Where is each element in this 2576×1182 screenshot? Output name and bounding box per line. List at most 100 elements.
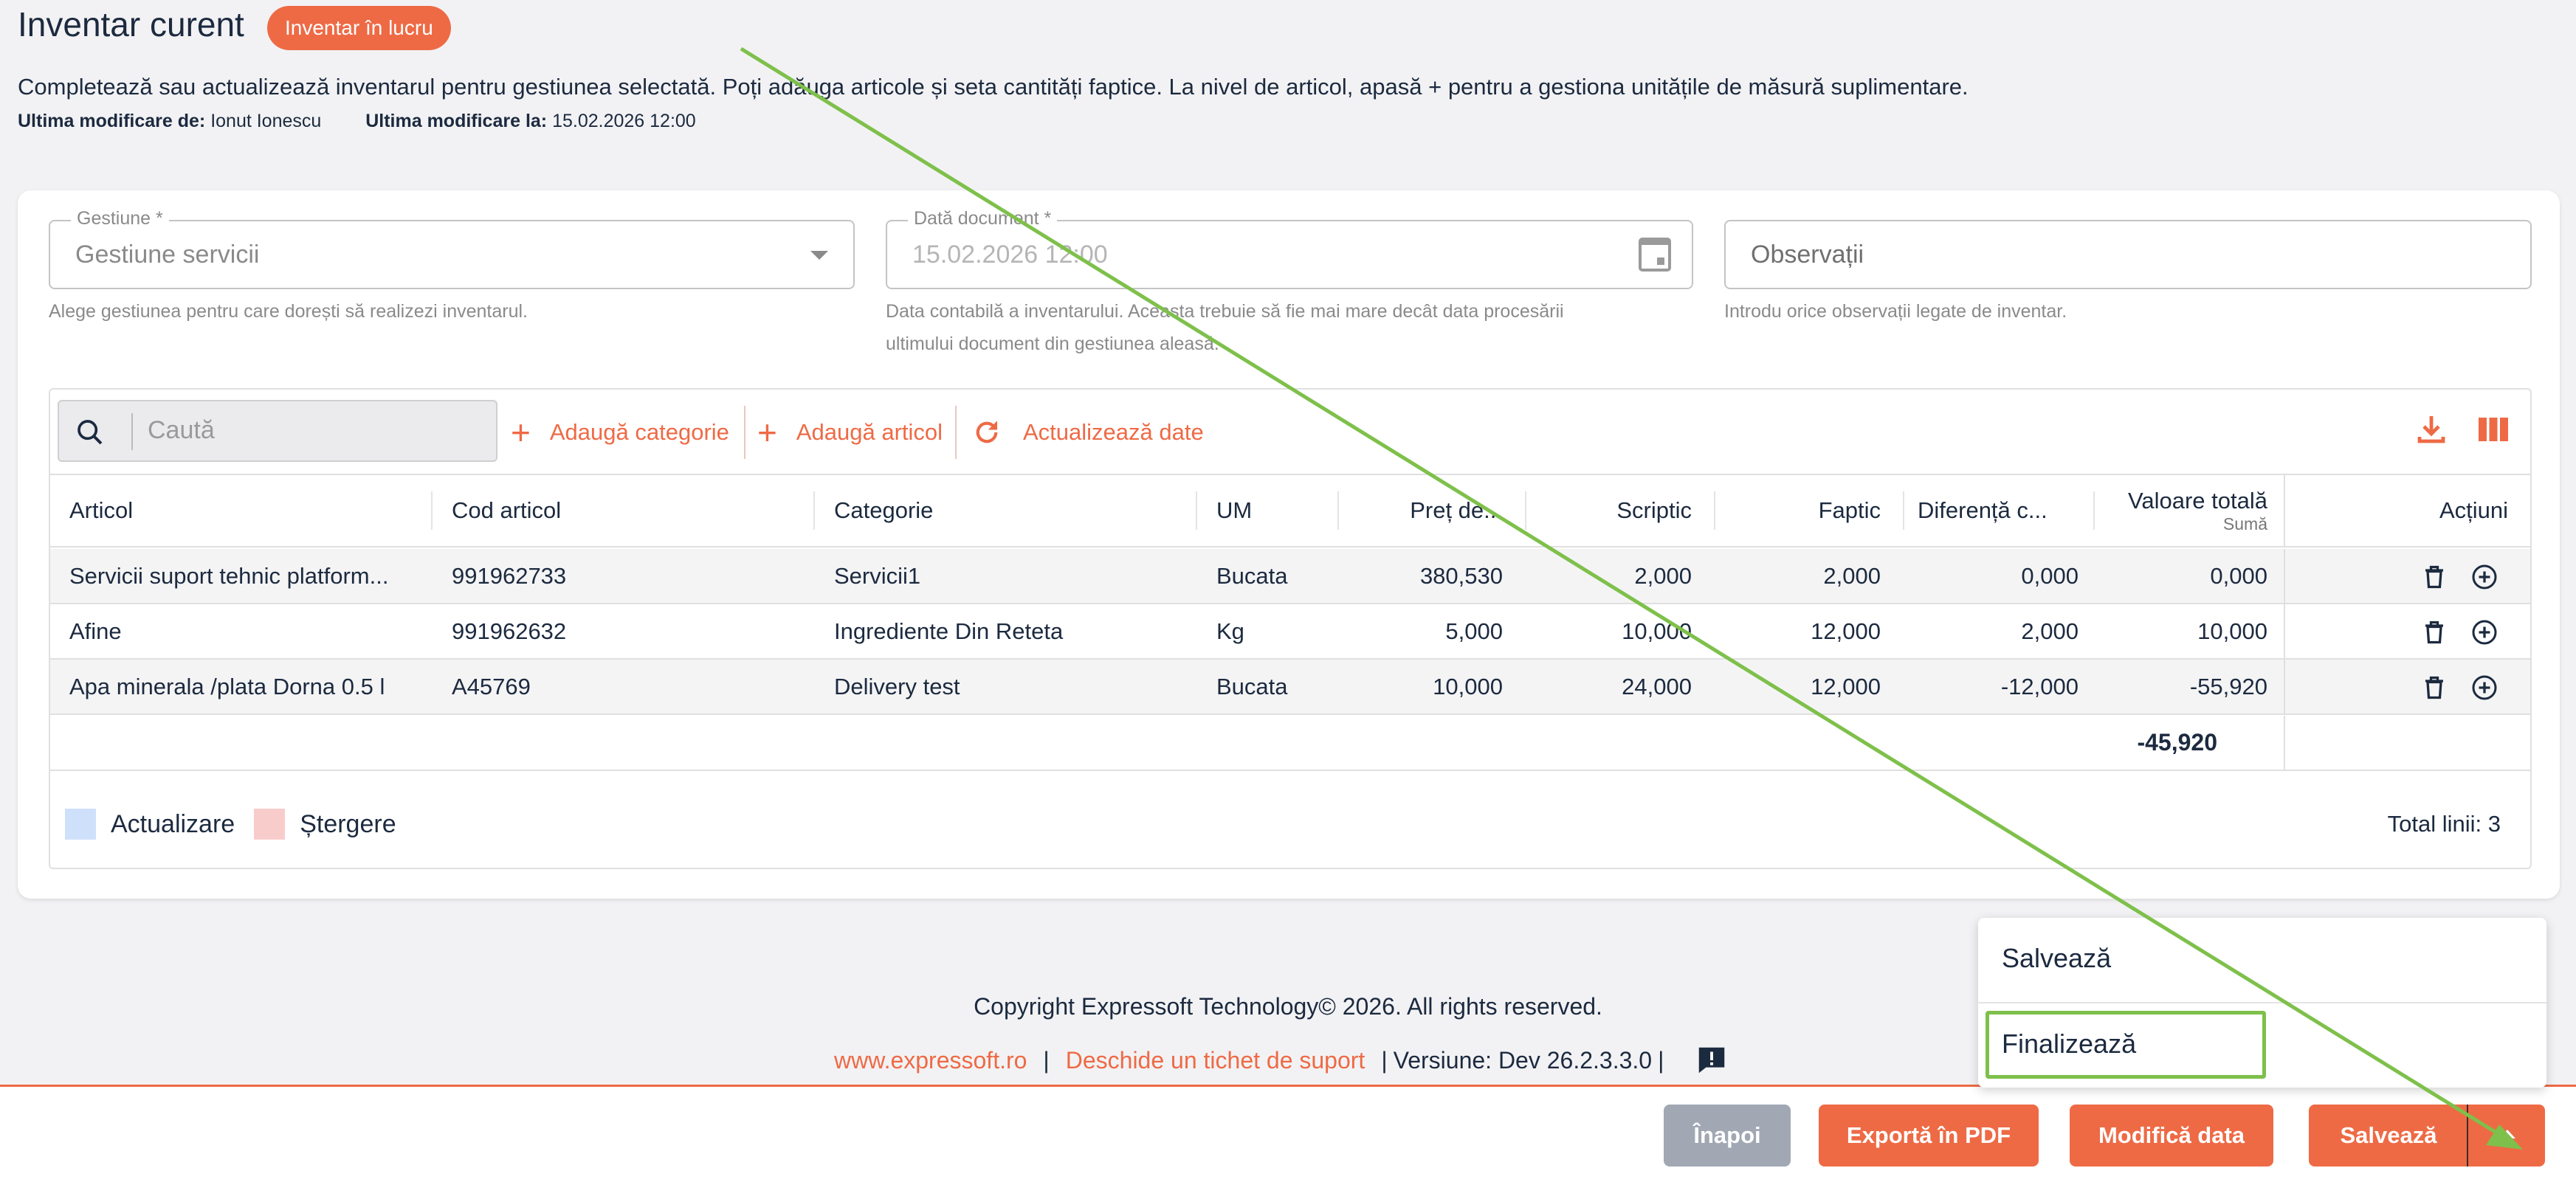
website-link[interactable]: www.expressoft.ro [834, 1047, 1027, 1074]
observations-input[interactable]: Observații [1724, 220, 2532, 289]
back-button[interactable]: Înapoi [1664, 1105, 1791, 1167]
add-article-button[interactable]: + Adaugă articol [757, 410, 943, 455]
refresh-label: Actualizează date [1023, 419, 1204, 445]
col-actiuni: Acțiuni [2439, 497, 2508, 523]
inventory-grid: Caută + Adaugă categorie + Adaugă artico… [49, 388, 2532, 869]
cell-scriptic: 2,000 [1634, 563, 1692, 589]
cell-cod: 991962733 [452, 563, 567, 589]
cell-valoare: -55,920 [2189, 674, 2267, 699]
delete-legend-label: Ștergere [300, 809, 396, 838]
col-categorie[interactable]: Categorie [834, 475, 1188, 546]
col-articol[interactable]: Articol [69, 475, 424, 546]
cell-um: Bucata [1216, 563, 1288, 589]
search-icon [78, 420, 103, 445]
gestiune-help: Alege gestiunea pentru care dorești să r… [49, 301, 528, 322]
save-button[interactable]: Salvează [2309, 1105, 2468, 1167]
document-date-label: Dată document * [908, 208, 1058, 229]
search-placeholder: Caută [148, 416, 215, 444]
refresh-icon [976, 421, 998, 443]
cell-articol: Apa minerala /plata Dorna 0.5 l [69, 674, 385, 699]
cell-faptic[interactable]: 2,000 [1726, 549, 1881, 603]
page-title: Inventar curent [18, 5, 244, 44]
add-category-button[interactable]: + Adaugă categorie [511, 410, 729, 455]
trash-icon[interactable] [2421, 564, 2448, 590]
trash-icon[interactable] [2421, 674, 2448, 701]
modified-by-value: Ionut Ionescu [210, 111, 322, 131]
table-row[interactable]: Servicii suport tehnic platform... 99196… [50, 549, 2530, 604]
cell-valoare: 10,000 [2197, 618, 2267, 644]
totals-row: -45,920 [50, 716, 2530, 771]
document-date-help: Data contabilă a inventarului. Aceasta t… [886, 295, 1564, 360]
cell-faptic[interactable]: 12,000 [1726, 604, 1881, 658]
observations-placeholder: Observații [1751, 241, 1864, 269]
col-valoare-label: Valoare totală [2128, 487, 2267, 514]
export-pdf-button[interactable]: Exportă în PDF [1819, 1105, 2039, 1167]
total-lines: Total linii: 3 [2387, 811, 2501, 837]
update-swatch [65, 809, 96, 840]
col-faptic[interactable]: Faptic [1726, 475, 1881, 546]
table-row[interactable]: Apa minerala /plata Dorna 0.5 l A45769 D… [50, 660, 2530, 715]
add-article-label: Adaugă articol [796, 419, 943, 445]
col-um[interactable]: UM [1216, 475, 1335, 546]
cell-categorie: Ingrediente Din Reteta [834, 618, 1064, 644]
status-badge: Inventar în lucru [267, 6, 451, 50]
gestiune-value: Gestiune servicii [75, 241, 260, 269]
cell-faptic[interactable]: 12,000 [1726, 660, 1881, 713]
modified-at-value: 15.02.2026 12:00 [552, 111, 696, 131]
add-circle-icon[interactable] [2471, 619, 2498, 646]
columns-icon[interactable] [2476, 412, 2511, 447]
grid-toolbar: Caută + Adaugă categorie + Adaugă artico… [50, 390, 2530, 475]
add-circle-icon[interactable] [2471, 564, 2498, 590]
menu-item-save[interactable]: Salvează [2002, 943, 2111, 974]
modification-info: Ultima modificare de: Ionut Ionescu Ulti… [18, 111, 696, 132]
col-pret[interactable]: Preț de... [1349, 475, 1503, 546]
support-link[interactable]: Deschide un tichet de suport [1066, 1047, 1366, 1074]
plus-icon: + [511, 413, 531, 452]
search-input[interactable]: Caută [58, 400, 497, 462]
cell-categorie: Delivery test [834, 674, 960, 699]
document-date-value: 15.02.2026 12:00 [912, 241, 1108, 269]
col-diferenta[interactable]: Diferență c... [1918, 475, 2087, 546]
cell-diferenta: 0,000 [2021, 563, 2079, 589]
cell-cod: A45769 [452, 674, 531, 699]
refresh-data-button[interactable]: Actualizează date [971, 410, 1204, 455]
cell-diferenta: 2,000 [2021, 618, 2079, 644]
document-date-help-line2: ultimului document din gestiunea aleasă. [886, 333, 1219, 354]
page-description: Completează sau actualizează inventarul … [18, 74, 1969, 100]
col-valoare[interactable]: Valoare totală Sumă [2102, 475, 2267, 546]
table-row[interactable]: Afine 991962632 Ingrediente Din Reteta K… [50, 604, 2530, 660]
add-circle-icon[interactable] [2471, 674, 2498, 701]
trash-icon[interactable] [2421, 619, 2448, 646]
bottom-action-bar: Înapoi Exportă în PDF Modifică data Salv… [0, 1085, 2576, 1182]
col-cod[interactable]: Cod articol [452, 475, 806, 546]
modified-by-label: Ultima modificare de: [18, 111, 206, 131]
cell-categorie: Servicii1 [834, 563, 921, 589]
cell-cod: 991962632 [452, 618, 567, 644]
total-value: -45,920 [2137, 729, 2217, 756]
cell-valoare: 0,000 [2210, 563, 2267, 589]
modified-at-label: Ultima modificare la: [365, 111, 548, 131]
annotation-highlight-box [1986, 1011, 2266, 1079]
calendar-icon[interactable] [1639, 238, 1671, 272]
cell-pret: 5,000 [1445, 618, 1503, 644]
document-date-help-line1: Data contabilă a inventarului. Aceasta t… [886, 301, 1564, 322]
add-category-label: Adaugă categorie [549, 419, 729, 445]
caret-up-icon[interactable] [2468, 1105, 2545, 1167]
cell-um: Bucata [1216, 674, 1288, 699]
cell-pret: 380,530 [1419, 563, 1503, 589]
footer-links: www.expressoft.ro | Deschide un tichet d… [834, 1043, 1729, 1077]
change-date-button[interactable]: Modifică data [2070, 1105, 2273, 1167]
col-scriptic[interactable]: Scriptic [1534, 475, 1692, 546]
feedback-icon[interactable] [1695, 1043, 1729, 1077]
cell-scriptic: 10,000 [1622, 618, 1692, 644]
plus-icon: + [757, 413, 777, 452]
gestiune-select[interactable]: Gestiune * Gestiune servicii [49, 208, 855, 289]
cell-articol: Servicii suport tehnic platform... [69, 563, 389, 589]
cell-articol: Afine [69, 618, 122, 644]
cell-scriptic: 24,000 [1622, 674, 1692, 699]
download-icon[interactable] [2414, 412, 2449, 447]
delete-swatch [254, 809, 286, 840]
document-date-field[interactable]: Dată document * 15.02.2026 12:00 [886, 208, 1693, 289]
cell-diferenta: -12,000 [2000, 674, 2079, 699]
gestiune-label: Gestiune * [71, 208, 169, 229]
